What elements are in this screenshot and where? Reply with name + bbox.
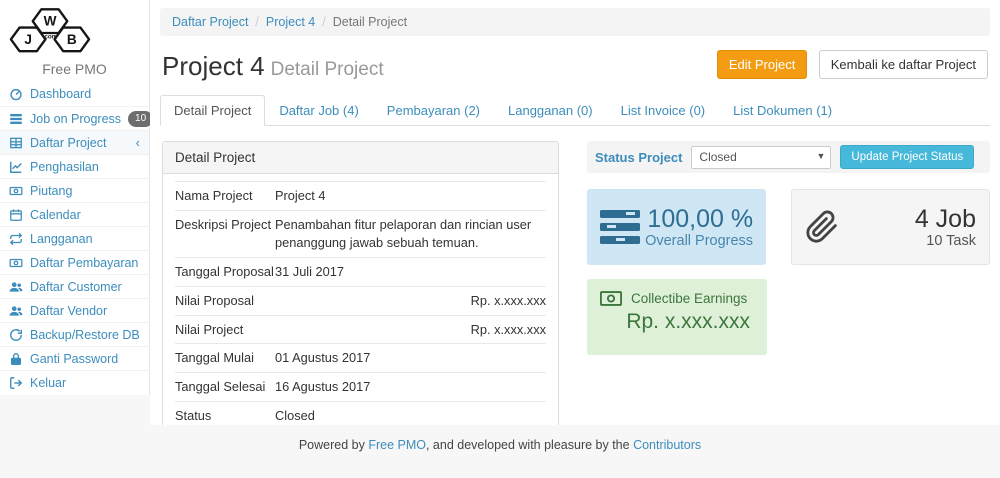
page-title-text: Project 4 xyxy=(162,51,265,81)
collectible-earnings-card: Collectibe Earnings Rp. x.xxx.xxx xyxy=(587,279,767,355)
refresh-icon xyxy=(9,328,23,342)
detail-row-nama-project: Nama Project Project 4 xyxy=(175,181,546,210)
detail-row-nilai-proposal: Nilai Proposal Rp. x.xxx.xxx xyxy=(175,286,546,315)
users-icon xyxy=(9,304,23,318)
tab-daftar-job[interactable]: Daftar Job (4) xyxy=(265,95,372,126)
logo-letter-j: J xyxy=(24,32,32,47)
job-count: 4 Job xyxy=(915,205,976,234)
page-header: Project 4 Detail Project Edit Project Kem… xyxy=(160,36,990,93)
job-text: 4 Job 10 Task xyxy=(915,205,976,250)
brand-name: Free PMO xyxy=(0,61,149,77)
progress-value: 100,00 % xyxy=(645,205,753,234)
sidebar: J W B .com Free PMO Dashboard Job on Pro… xyxy=(0,0,150,395)
tab-list-invoice[interactable]: List Invoice (0) xyxy=(607,95,720,126)
job-summary-card: 4 Job 10 Task xyxy=(791,189,990,265)
status-project-select[interactable]: Closed xyxy=(691,146,831,169)
overall-progress-card: 100,00 % Overall Progress xyxy=(587,189,766,265)
detail-row-tanggal-mulai: Tanggal Mulai 01 Agustus 2017 xyxy=(175,343,546,372)
tab-content: Detail Project Nama Project Project 4 De… xyxy=(160,126,990,425)
panel-body: Nama Project Project 4 Deskripsi Project… xyxy=(163,174,558,425)
tasks-icon xyxy=(9,112,23,126)
earnings-header: Collectibe Earnings xyxy=(600,291,754,306)
detail-row-status: Status Closed xyxy=(175,401,546,425)
summary-cards: 100,00 % Overall Progress 4 Job 10 Task xyxy=(587,189,990,265)
sidebar-menu: Dashboard Job on Progress 10 Daftar Proj… xyxy=(0,82,149,394)
logo-letter-b: B xyxy=(67,32,77,47)
sidebar-item-keluar[interactable]: Keluar xyxy=(0,370,149,394)
sidebar-item-daftar-customer[interactable]: Daftar Customer xyxy=(0,274,149,298)
progress-label: Overall Progress xyxy=(645,233,753,249)
footer-text: , and developed with pleasure by the xyxy=(426,438,633,452)
update-project-status-button[interactable]: Update Project Status xyxy=(840,145,974,169)
sidebar-item-penghasilan[interactable]: Penghasilan xyxy=(0,154,149,178)
header-buttons: Edit Project Kembali ke daftar Project xyxy=(717,50,988,79)
detail-row-tanggal-proposal: Tanggal Proposal 31 Juli 2017 xyxy=(175,257,546,286)
sidebar-item-daftar-vendor[interactable]: Daftar Vendor xyxy=(0,298,149,322)
detail-row-nilai-project: Nilai Project Rp. x.xxx.xxx xyxy=(175,315,546,344)
tab-langganan[interactable]: Langganan (0) xyxy=(494,95,607,126)
line-chart-icon xyxy=(9,160,23,174)
status-project-label: Status Project xyxy=(595,150,682,165)
back-to-project-list-button[interactable]: Kembali ke daftar Project xyxy=(819,50,988,79)
breadcrumb: Daftar Project / Project 4 / Detail Proj… xyxy=(160,8,990,36)
free-pmo-link[interactable]: Free PMO xyxy=(368,438,426,452)
page-subtitle-text: Detail Project xyxy=(271,59,384,80)
status-project-bar: Status Project Closed ▼ Update Project S… xyxy=(587,141,990,173)
tab-bar: Detail Project Daftar Job (4) Pembayaran… xyxy=(160,95,990,126)
repeat-icon xyxy=(9,232,23,246)
dashboard-icon xyxy=(9,87,23,101)
page-title: Project 4 Detail Project xyxy=(162,46,384,83)
paperclip-icon xyxy=(805,209,839,245)
breadcrumb-link-project-4[interactable]: Project 4 xyxy=(266,15,315,29)
money-icon xyxy=(9,256,23,270)
breadcrumb-separator: / xyxy=(255,15,258,29)
sidebar-item-daftar-project[interactable]: Daftar Project ‹ xyxy=(0,130,149,154)
lock-icon xyxy=(9,352,23,366)
footer-text: Powered by xyxy=(299,438,368,452)
tasks-icon xyxy=(600,209,640,245)
task-count: 10 Task xyxy=(915,233,976,249)
calendar-icon xyxy=(9,208,23,222)
detail-row-deskripsi-project: Deskripsi Project Penambahan fitur pelap… xyxy=(175,210,546,257)
main-content: Daftar Project / Project 4 / Detail Proj… xyxy=(150,0,1000,425)
earnings-title: Collectibe Earnings xyxy=(631,291,747,306)
right-column: Status Project Closed ▼ Update Project S… xyxy=(587,141,990,425)
contributors-link[interactable]: Contributors xyxy=(633,438,701,452)
sidebar-item-ganti-password[interactable]: Ganti Password xyxy=(0,346,149,370)
sign-out-icon xyxy=(9,376,23,390)
users-icon xyxy=(9,280,23,294)
logo: J W B .com Free PMO xyxy=(0,0,149,82)
chevron-left-icon: ‹ xyxy=(136,137,140,149)
sidebar-item-backup-restore-db[interactable]: Backup/Restore DB xyxy=(0,322,149,346)
logo-com-text: .com xyxy=(43,33,58,40)
breadcrumb-current: Detail Project xyxy=(333,15,407,29)
panel-title: Detail Project xyxy=(163,142,558,174)
sidebar-item-daftar-pembayaran[interactable]: Daftar Pembayaran xyxy=(0,250,149,274)
status-select-wrap: Closed ▼ xyxy=(691,146,831,169)
tab-detail-project[interactable]: Detail Project xyxy=(160,95,265,126)
money-icon xyxy=(9,184,23,198)
breadcrumb-separator: / xyxy=(322,15,325,29)
sidebar-item-job-on-progress[interactable]: Job on Progress 10 xyxy=(0,106,149,130)
tab-pembayaran[interactable]: Pembayaran (2) xyxy=(373,95,494,126)
detail-row-tanggal-selesai: Tanggal Selesai 16 Agustus 2017 xyxy=(175,372,546,401)
sidebar-item-piutang[interactable]: Piutang xyxy=(0,178,149,202)
money-icon xyxy=(600,291,622,306)
edit-project-button[interactable]: Edit Project xyxy=(717,50,807,79)
breadcrumb-link-daftar-project[interactable]: Daftar Project xyxy=(172,15,248,29)
logo-letter-w: W xyxy=(44,14,57,29)
detail-project-panel: Detail Project Nama Project Project 4 De… xyxy=(162,141,559,425)
tab-list-dokumen[interactable]: List Dokumen (1) xyxy=(719,95,846,126)
sidebar-item-dashboard[interactable]: Dashboard xyxy=(0,82,149,106)
progress-text: 100,00 % Overall Progress xyxy=(645,205,753,250)
jwb-logo-icon: J W B .com xyxy=(0,7,100,59)
earnings-value: Rp. x.xxx.xxx xyxy=(600,310,754,334)
sidebar-item-langganan[interactable]: Langganan xyxy=(0,226,149,250)
table-icon xyxy=(9,136,23,150)
footer: Powered by Free PMO, and developed with … xyxy=(0,425,1000,478)
page: J W B .com Free PMO Dashboard Job on Pro… xyxy=(0,0,1000,478)
sidebar-item-calendar[interactable]: Calendar xyxy=(0,202,149,226)
